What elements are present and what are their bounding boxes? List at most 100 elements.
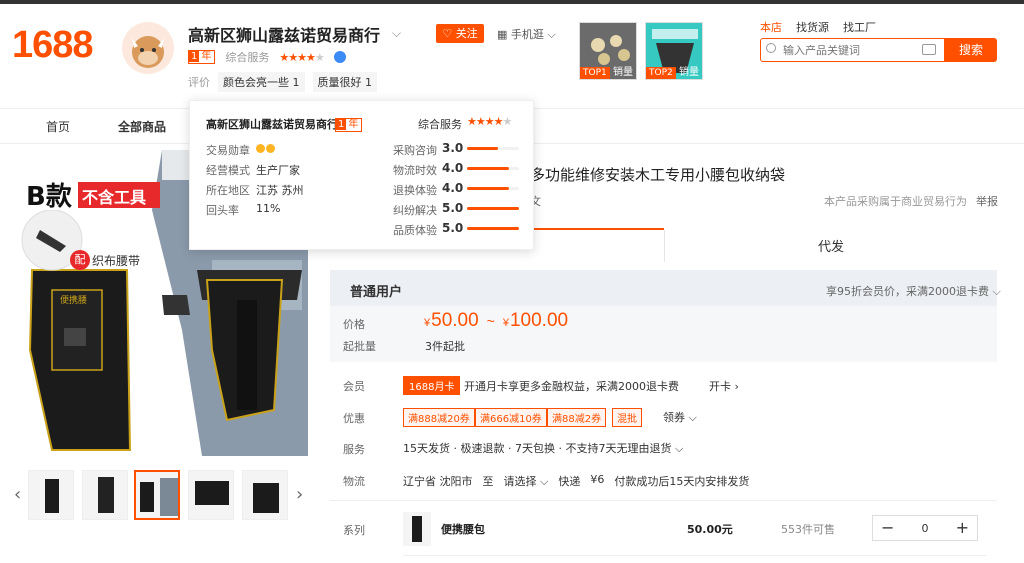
top-product-1[interactable]: TOP1 销量 [579, 22, 637, 80]
minus-button[interactable]: − [881, 520, 894, 536]
ship-to-word: 至 [482, 475, 494, 488]
ship-time: 付款成功后15天内安排发货 [614, 475, 750, 488]
eval-row: 评价 颜色会亮一些 1 质量很好 1 [188, 72, 377, 92]
coupon[interactable]: 满88减2券 [547, 408, 607, 427]
popup-shop-name: 高新区狮山露兹诺贸易商行 [206, 118, 338, 131]
link-store[interactable]: 本店 [760, 19, 782, 35]
member-label: 会员 [343, 380, 365, 393]
score-bar [467, 227, 519, 230]
series-label: 系列 [343, 524, 365, 537]
variant-label: B款 [26, 182, 72, 212]
eval-label: 评价 [188, 76, 210, 89]
link-find-source[interactable]: 找货源 [796, 19, 829, 35]
thumbnail[interactable] [242, 470, 288, 520]
year-badge: 1年 [188, 50, 216, 64]
search-button[interactable]: 搜索 [945, 38, 997, 62]
top-product-2[interactable]: TOP2 销量 [645, 22, 703, 80]
score-bar [467, 167, 519, 170]
open-card-button[interactable]: 开卡 › [709, 378, 739, 394]
thumbnail[interactable] [82, 470, 128, 520]
logistics-label: 物流 [343, 475, 365, 488]
score-bar-fill [467, 227, 519, 230]
nav-all-products[interactable]: 全部商品 [118, 118, 166, 135]
user-type: 普通用户 [350, 285, 403, 300]
score-label: 品质体验 [393, 224, 437, 237]
offers-label: 优惠 [343, 412, 365, 425]
score-label: 采购咨询 [393, 144, 437, 157]
report-link[interactable]: 举报 [976, 193, 998, 209]
moq-value: 3件起批 [425, 340, 465, 353]
divider [330, 500, 997, 501]
search-input[interactable] [783, 39, 933, 61]
score-bar-fill [467, 167, 509, 170]
qr-icon: ▦ [497, 28, 508, 41]
member-text: 开通月卡享更多金融权益，采满2000退卡费 [464, 380, 679, 393]
express-fee: ¥6 [590, 473, 605, 486]
score-bar [467, 147, 519, 150]
follow-button[interactable]: ♡ 关注 [436, 24, 484, 43]
thumbnail-selected[interactable] [134, 470, 180, 520]
shop-avatar[interactable] [122, 22, 174, 74]
thumbnail[interactable] [188, 470, 234, 520]
popup-biz-label: 经营模式 [206, 164, 250, 177]
coupon[interactable]: 混批 [612, 408, 642, 427]
shop-info-popup: 高新区狮山露兹诺贸易商行 1年 综合服务 ★★★★★ 交易勋章 经营模式 生产厂… [189, 100, 534, 250]
site-logo[interactable]: 1688 [12, 24, 94, 67]
sku-image[interactable] [403, 512, 431, 546]
divider [403, 555, 986, 556]
link-find-factory[interactable]: 找工厂 [843, 19, 876, 35]
popup-year-badge: 1年 [335, 116, 363, 132]
shop-name[interactable]: 高新区狮山露兹诺贸易商行 [188, 22, 380, 46]
belt-label: 织布腰带 [92, 254, 141, 268]
camera-icon[interactable] [922, 44, 936, 55]
service-label: 综合服务 [225, 51, 270, 64]
search-icon [766, 43, 776, 53]
bag-brand-label: 便携腰 [60, 296, 88, 306]
score-bar [467, 207, 519, 210]
popup-biz-value: 生产厂家 [256, 164, 300, 177]
quantity-value[interactable]: 0 [922, 523, 929, 534]
quantity-stepper[interactable]: − 0 + [872, 515, 978, 541]
score-label: 物流时效 [393, 164, 437, 177]
belt-badge: 配 [70, 250, 90, 270]
price-label: 价格 [343, 318, 365, 331]
score-value: 5.0 [442, 221, 464, 235]
eval-tag[interactable]: 颜色会亮一些 1 [218, 72, 305, 92]
popup-return-label: 回头率 [206, 204, 239, 217]
eval-tag[interactable]: 质量很好 1 [312, 72, 377, 92]
score-bar-fill [467, 207, 519, 210]
popup-region-value: 江苏 苏州 [256, 184, 304, 197]
tab-divider [664, 230, 665, 262]
coupon[interactable]: 满666减10券 [475, 408, 547, 427]
top-links: 本店 找货源 找工厂 [760, 19, 876, 35]
thumbnail-strip [12, 470, 308, 522]
tab-dropship[interactable]: 代发 [818, 236, 844, 255]
member-card-badge: 1688月卡 [403, 376, 461, 395]
chevron-down-icon[interactable]: ⌵ [392, 26, 401, 41]
search-box[interactable] [760, 38, 945, 62]
service-stars-icon: ★★★★★ [279, 50, 324, 64]
score-bar [467, 187, 519, 190]
price-range: ¥50.00 ~ ¥100.00 [424, 310, 569, 331]
medal-icon [256, 143, 276, 156]
nav-home[interactable]: 首页 [46, 118, 70, 135]
thumbnail[interactable] [28, 470, 74, 520]
express-label: 快递 [558, 475, 581, 488]
product-title: 多功能维修安装木工专用小腰包收纳袋 [530, 166, 786, 184]
sku-price: 50.00元 [687, 523, 733, 536]
no-tools-label: 不含工具 [82, 188, 147, 207]
service-label: 服务 [343, 443, 365, 456]
sku-name: 便携腰包 [441, 523, 485, 536]
plus-button[interactable]: + [956, 520, 969, 536]
vip-note[interactable]: 享95折会员价，采满2000退卡费 ⌵ [826, 283, 1001, 299]
service-text[interactable]: 15天发货 · 极速退款 · 7天包换 · 不支持7天无理由退货 ⌵ [403, 440, 683, 456]
trade-note: 本产品采购属于商业贸易行为 [824, 195, 967, 208]
score-label: 退换体验 [393, 184, 437, 197]
mobile-browse-button[interactable]: ▦ 手机逛 ⌵ [497, 26, 556, 42]
get-coupon-link[interactable]: 领券 ⌵ [663, 409, 697, 425]
tab-active-indicator [530, 228, 664, 230]
coupon[interactable]: 满888减20券 [403, 408, 475, 427]
popup-region-label: 所在地区 [206, 184, 250, 197]
ship-to-select[interactable]: 请选择 ⌵ [504, 473, 549, 489]
popup-medal-label: 交易勋章 [206, 144, 250, 157]
